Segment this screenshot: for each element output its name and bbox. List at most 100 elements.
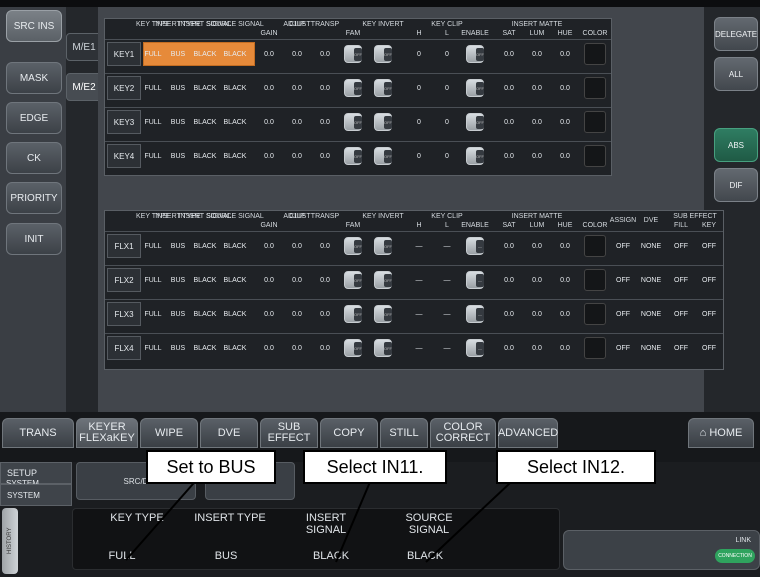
system-button[interactable]: SYSTEM <box>0 484 72 506</box>
gain-cell[interactable]: 0.0 <box>264 334 274 362</box>
tab-copy[interactable]: COPY <box>320 418 378 448</box>
fill-cell[interactable]: OFF <box>674 300 688 328</box>
fam-toggle[interactable]: OFF <box>344 113 362 131</box>
gain-cell[interactable]: 0.0 <box>264 142 274 170</box>
h-cell[interactable]: — <box>416 266 423 294</box>
table-row[interactable]: FLX1 FULL BUS BLACK BLACK 0.0 0.0 0.0 OFF OFF — — — 0… <box>105 231 723 259</box>
l-cell[interactable]: 0 <box>445 40 449 68</box>
key-type-cell[interactable]: FULL <box>144 300 161 328</box>
source-signal-value[interactable]: BLACK <box>390 550 460 562</box>
insert-type-cell[interactable]: BUS <box>171 74 185 102</box>
dve-cell[interactable]: NONE <box>641 232 661 260</box>
table-row[interactable]: KEY4 FULL BUS BLACK BLACK 0.0 0.0 0.0 OFF OFF 0 0 OF… <box>105 141 611 169</box>
hue-cell[interactable]: 0.0 <box>560 334 570 362</box>
transp-cell[interactable]: 0.0 <box>320 266 330 294</box>
sat-cell[interactable]: 0.0 <box>504 40 514 68</box>
lum-cell[interactable]: 0.0 <box>532 334 542 362</box>
key-type-cell[interactable]: FULL <box>144 40 161 68</box>
invert-toggle[interactable]: OFF <box>374 271 392 289</box>
l-cell[interactable]: 0 <box>445 142 449 170</box>
key-type-cell[interactable]: FULL <box>144 266 161 294</box>
color-swatch[interactable] <box>584 77 606 99</box>
table-row[interactable]: KEY1 FULL BUS BLACK BLACK 0.0 0.0 0.0 OFF OFF 0 0 OF… <box>105 39 611 67</box>
fam-toggle[interactable]: OFF <box>344 271 362 289</box>
fam-toggle[interactable]: OFF <box>344 79 362 97</box>
gain-cell[interactable]: 0.0 <box>264 74 274 102</box>
lum-cell[interactable]: 0.0 <box>532 300 542 328</box>
fill-cell[interactable]: OFF <box>674 334 688 362</box>
dve-cell[interactable]: NONE <box>641 300 661 328</box>
transp-cell[interactable]: 0.0 <box>320 108 330 136</box>
fam-toggle[interactable]: OFF <box>344 147 362 165</box>
sat-cell[interactable]: 0.0 <box>504 266 514 294</box>
insert-signal-cell[interactable]: BLACK <box>194 334 217 362</box>
table-row[interactable]: FLX2 FULL BUS BLACK BLACK 0.0 0.0 0.0 OFF OFF — — — 0… <box>105 265 723 293</box>
color-swatch[interactable] <box>584 145 606 167</box>
sat-cell[interactable]: 0.0 <box>504 300 514 328</box>
gain-cell[interactable]: 0.0 <box>264 108 274 136</box>
clip-cell[interactable]: 0.0 <box>292 300 302 328</box>
insert-type-cell[interactable]: BUS <box>171 300 185 328</box>
lum-cell[interactable]: 0.0 <box>532 142 542 170</box>
key-name-cell[interactable]: KEY3 <box>107 110 141 134</box>
flex-name-cell[interactable]: FLX3 <box>107 302 141 326</box>
dve-cell[interactable]: NONE <box>641 334 661 362</box>
color-swatch[interactable] <box>584 269 606 291</box>
insert-signal-cell[interactable]: BLACK <box>194 266 217 294</box>
lum-cell[interactable]: 0.0 <box>532 74 542 102</box>
enable-toggle[interactable]: — <box>466 237 484 255</box>
insert-type-cell[interactable]: BUS <box>171 108 185 136</box>
hue-cell[interactable]: 0.0 <box>560 300 570 328</box>
key-cell[interactable]: OFF <box>702 266 716 294</box>
key-name-cell[interactable]: KEY1 <box>107 42 141 66</box>
flex-name-cell[interactable]: FLX4 <box>107 336 141 360</box>
tab-me1[interactable]: M/E1 <box>66 33 102 61</box>
enable-toggle[interactable]: — <box>466 339 484 357</box>
tab-ck[interactable]: CK <box>6 142 62 174</box>
tab-still[interactable]: STILL <box>380 418 428 448</box>
color-swatch[interactable] <box>584 43 606 65</box>
invert-toggle[interactable]: OFF <box>374 339 392 357</box>
key-cell[interactable]: OFF <box>702 232 716 260</box>
key-cell[interactable]: OFF <box>702 334 716 362</box>
tab-keyer-flexakey[interactable]: KEYER FLEXaKEY <box>76 418 138 448</box>
sat-cell[interactable]: 0.0 <box>504 108 514 136</box>
h-cell[interactable]: — <box>416 300 423 328</box>
fam-toggle[interactable]: OFF <box>344 237 362 255</box>
insert-signal-value[interactable]: BLACK <box>296 550 366 562</box>
insert-type-value[interactable]: BUS <box>196 550 256 562</box>
sat-cell[interactable]: 0.0 <box>504 334 514 362</box>
insert-signal-cell[interactable]: BLACK <box>194 108 217 136</box>
source-signal-cell[interactable]: BLACK <box>224 266 247 294</box>
insert-signal-cell[interactable]: BLACK <box>194 300 217 328</box>
lum-cell[interactable]: 0.0 <box>532 108 542 136</box>
assign-cell[interactable]: OFF <box>616 266 630 294</box>
transp-cell[interactable]: 0.0 <box>320 232 330 260</box>
source-signal-cell[interactable]: BLACK <box>224 108 247 136</box>
source-signal-cell[interactable]: BLACK <box>224 300 247 328</box>
assign-cell[interactable]: OFF <box>616 232 630 260</box>
gain-cell[interactable]: 0.0 <box>264 232 274 260</box>
fill-cell[interactable]: OFF <box>674 266 688 294</box>
source-signal-cell[interactable]: BLACK <box>224 142 247 170</box>
tab-color-correct[interactable]: COLOR CORRECT <box>430 418 496 448</box>
insert-type-cell[interactable]: BUS <box>171 334 185 362</box>
fam-toggle[interactable]: OFF <box>344 339 362 357</box>
hue-cell[interactable]: 0.0 <box>560 142 570 170</box>
insert-signal-cell[interactable]: BLACK <box>194 74 217 102</box>
enable-toggle[interactable]: OFF <box>466 113 484 131</box>
key-name-cell[interactable]: KEY2 <box>107 76 141 100</box>
assign-cell[interactable]: OFF <box>616 300 630 328</box>
insert-type-cell[interactable]: BUS <box>171 232 185 260</box>
h-cell[interactable]: — <box>416 334 423 362</box>
invert-toggle[interactable]: OFF <box>374 113 392 131</box>
tab-src-ins[interactable]: SRC INS <box>6 10 62 42</box>
enable-toggle[interactable]: OFF <box>466 79 484 97</box>
clip-cell[interactable]: 0.0 <box>292 232 302 260</box>
h-cell[interactable]: 0 <box>417 142 421 170</box>
tab-init[interactable]: INIT <box>6 223 62 255</box>
key-type-cell[interactable]: FULL <box>144 108 161 136</box>
invert-toggle[interactable]: OFF <box>374 45 392 63</box>
tab-trans[interactable]: TRANS <box>2 418 74 448</box>
lum-cell[interactable]: 0.0 <box>532 40 542 68</box>
